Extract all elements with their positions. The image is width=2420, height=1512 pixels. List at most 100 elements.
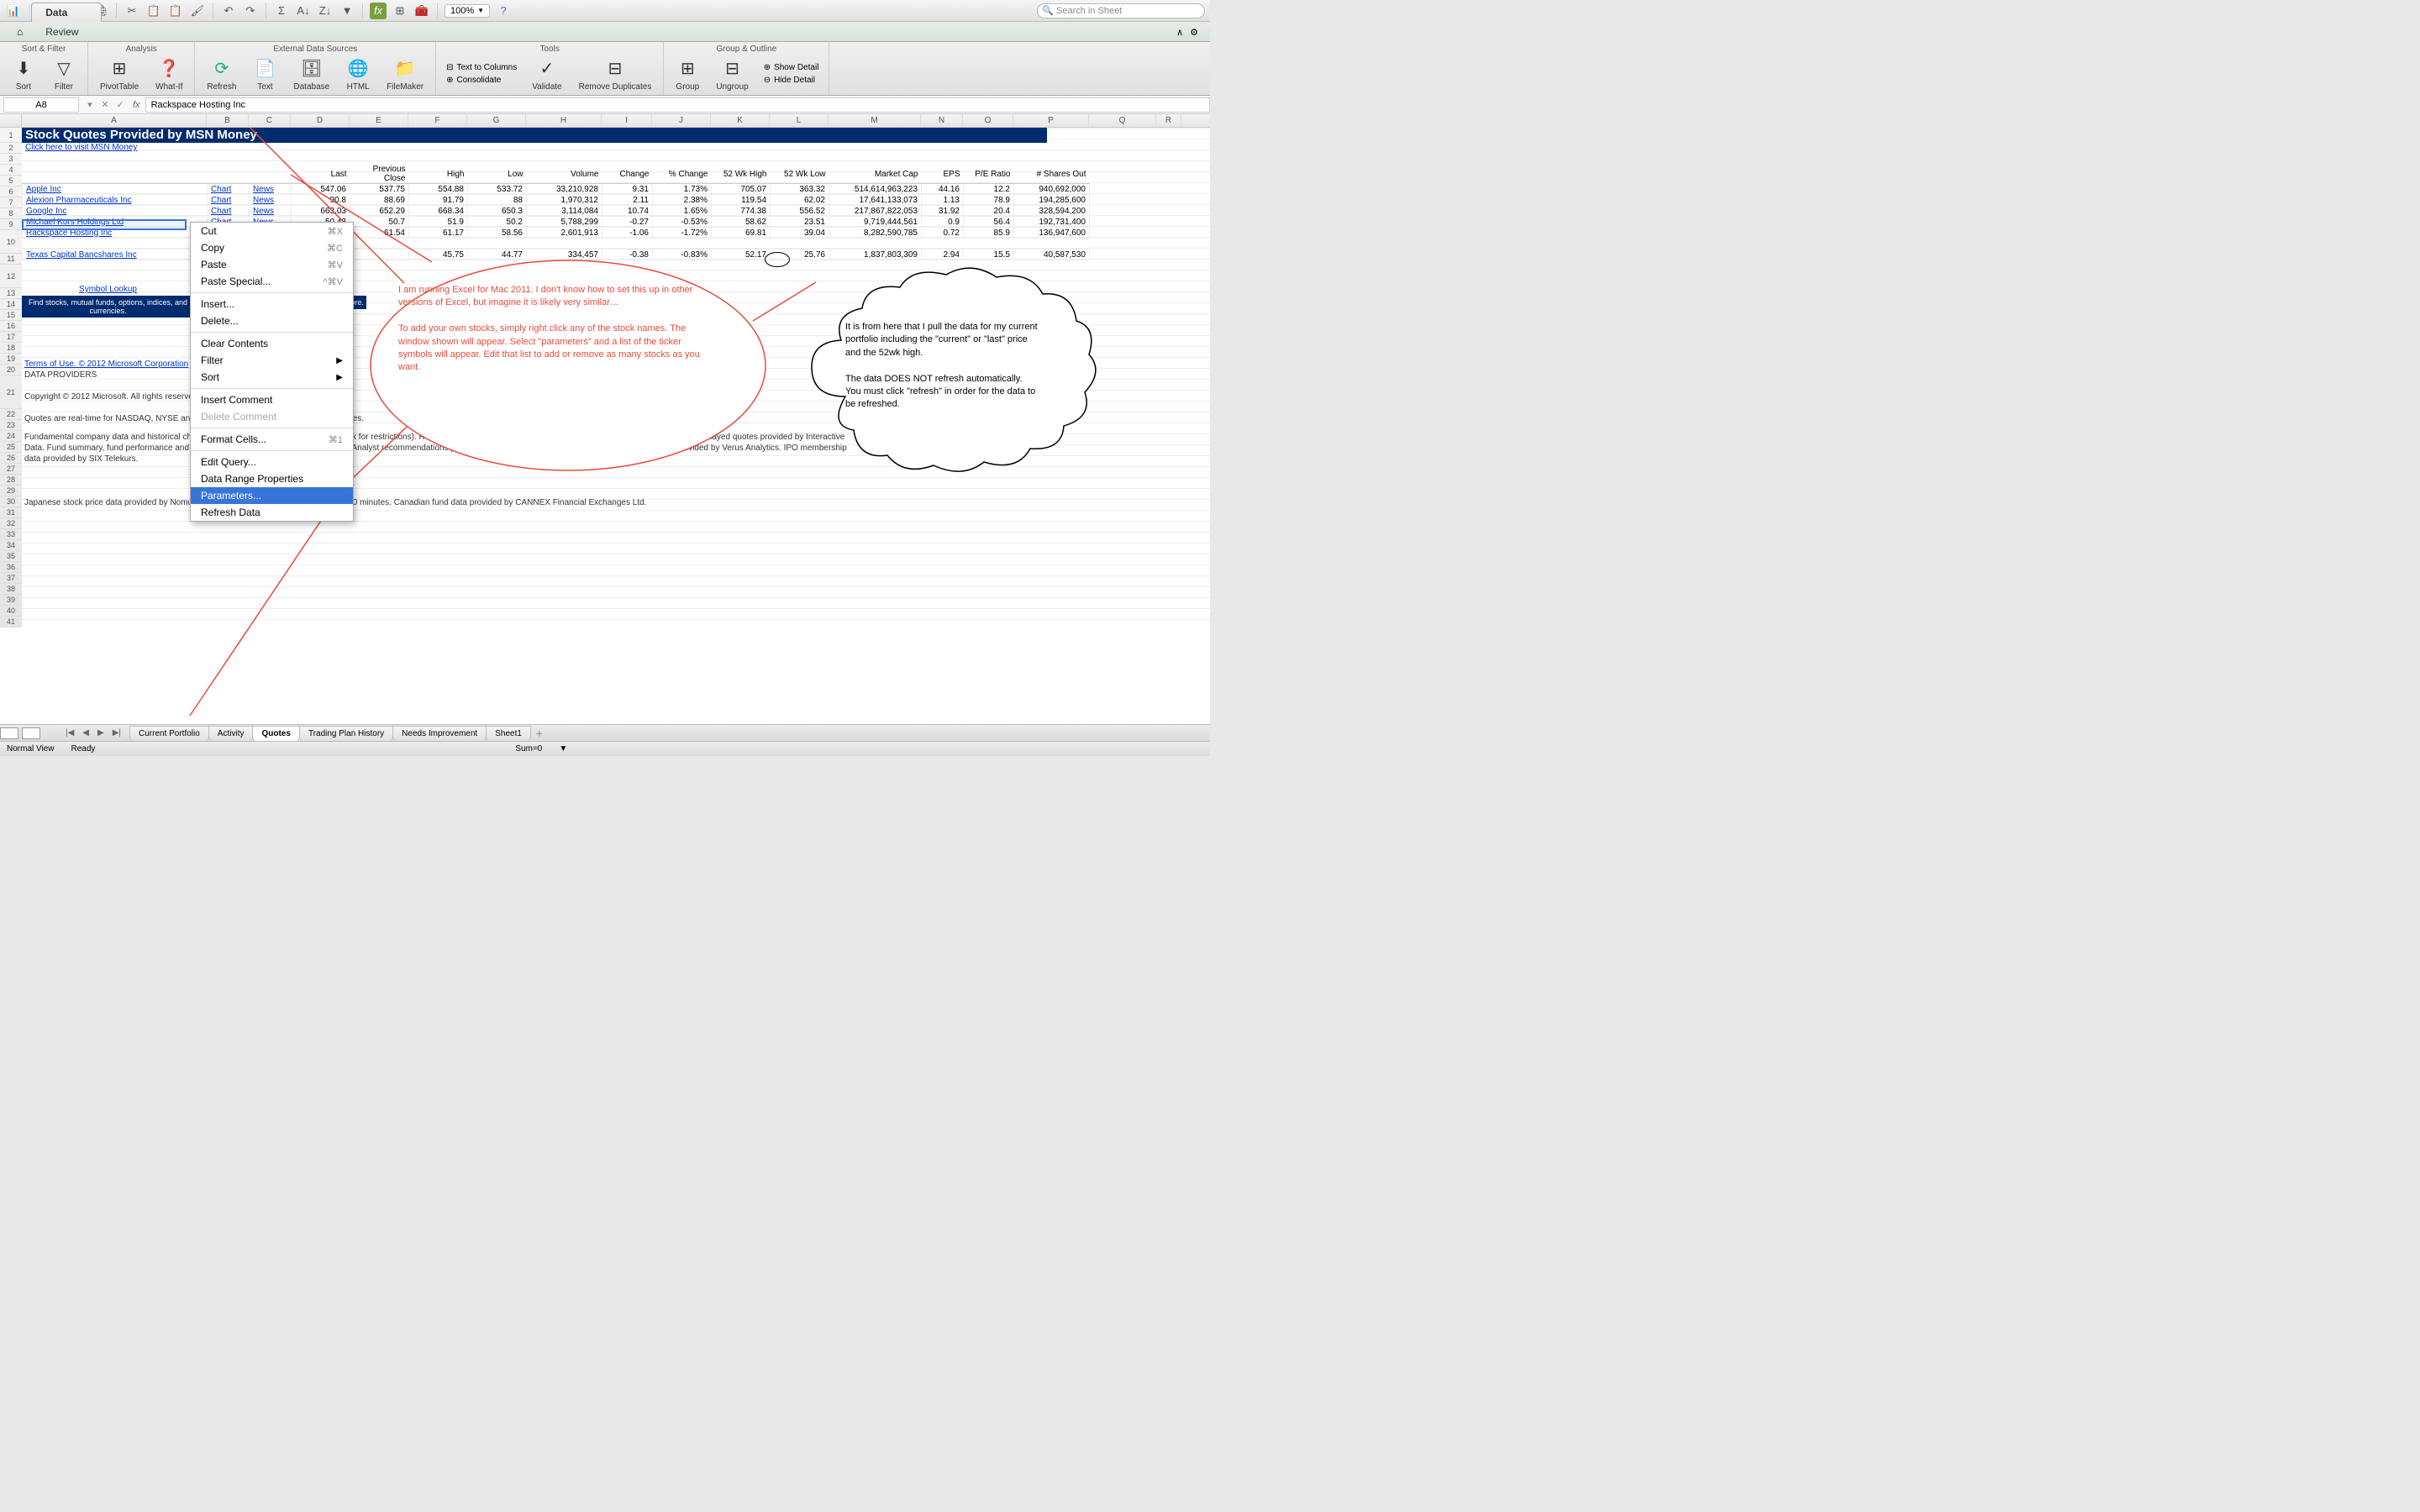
ribbon-collapse-icon[interactable]: ∧ [1176,27,1183,38]
refresh-button[interactable]: ⟳Refresh [202,55,241,93]
paste-icon[interactable]: 📋 [167,3,184,19]
enter-formula-icon[interactable]: ✓ [113,99,128,110]
cancel-formula-icon[interactable]: ✕ [97,99,113,110]
chart-link[interactable]: Chart [208,195,250,206]
row-header-20[interactable]: 20 [0,365,22,375]
col-header-A[interactable]: A [22,114,207,127]
fx-icon[interactable]: fx [370,3,387,19]
text-button[interactable]: 📄Text [248,55,281,93]
row-header-39[interactable]: 39 [0,595,22,606]
sheet-tab-sheet1[interactable]: Sheet1 [486,726,531,741]
row-header-11[interactable]: 11 [0,254,22,265]
row-header-9[interactable]: 9 [0,219,22,230]
col-header-O[interactable]: O [963,114,1013,127]
col-header-D[interactable]: D [291,114,350,127]
context-menu-sort[interactable]: Sort▶ [191,369,353,386]
row-header-14[interactable]: 14 [0,299,22,310]
status-dropdown-icon[interactable]: ▼ [559,744,567,753]
col-header-E[interactable]: E [350,114,408,127]
news-link[interactable]: News [250,206,292,217]
ribbon-settings-icon[interactable]: ⚙ [1190,27,1198,38]
format-painter-icon[interactable]: 🖌 [189,3,206,19]
row-header-40[interactable]: 40 [0,606,22,617]
row-header-41[interactable]: 41 [0,617,22,627]
hide-detail-button[interactable]: ⊖ Hide Detail [760,75,823,86]
news-link[interactable]: News [250,184,292,195]
col-header-J[interactable]: J [652,114,711,127]
row-header-7[interactable]: 7 [0,197,22,208]
sort-button[interactable]: ⬇Sort [7,55,40,93]
context-menu-copy[interactable]: Copy⌘C [191,239,353,256]
col-header-I[interactable]: I [602,114,652,127]
row-header-28[interactable]: 28 [0,475,22,486]
row-header-31[interactable]: 31 [0,507,22,518]
context-menu-delete-[interactable]: Delete... [191,312,353,329]
context-menu-clear-contents[interactable]: Clear Contents [191,335,353,352]
toolbox-icon[interactable]: 🧰 [413,3,430,19]
row-header-33[interactable]: 33 [0,529,22,540]
col-header-N[interactable]: N [921,114,963,127]
sheet-tab-trading-plan-history[interactable]: Trading Plan History [299,726,393,741]
row-header-2[interactable]: 2 [0,143,22,154]
context-menu-insert-[interactable]: Insert... [191,296,353,312]
row-header-16[interactable]: 16 [0,321,22,332]
row-header-32[interactable]: 32 [0,518,22,529]
col-header-C[interactable]: C [249,114,291,127]
sheet-tab-quotes[interactable]: Quotes [252,726,299,741]
terms-link[interactable]: Terms of Use. © 2012 Microsoft Corporati… [24,359,188,370]
validate-button[interactable]: ✓Validate [527,55,566,93]
row-header-8[interactable]: 8 [0,208,22,219]
remove-duplicates-button[interactable]: ⊟Remove Duplicates [574,55,657,93]
column-headers[interactable]: ABCDEFGHIJKLMNOPQR [0,114,1210,128]
text-to-columns-button[interactable]: ⊟ Text to Columns [443,62,520,73]
excel-icon[interactable]: 📊 [5,3,22,19]
row-header-21[interactable]: 21 [0,375,22,409]
row-header-4[interactable]: 4 [0,165,22,176]
stock-name-link[interactable]: Apple Inc [23,184,208,195]
copy-icon[interactable]: 📋 [145,3,162,19]
col-header-R[interactable]: R [1156,114,1181,127]
row-header-22[interactable]: 22 [0,409,22,420]
row-header-37[interactable]: 37 [0,573,22,584]
context-menu-format-cells-[interactable]: Format Cells...⌘1 [191,431,353,448]
news-link[interactable]: News [250,195,292,206]
col-header-B[interactable]: B [207,114,249,127]
redo-icon[interactable]: ↷ [242,3,259,19]
row-header-6[interactable]: 6 [0,186,22,197]
col-header-H[interactable]: H [526,114,602,127]
context-menu-filter[interactable]: Filter▶ [191,352,353,369]
group-button[interactable]: ⊞Group [671,55,704,93]
row-header-36[interactable]: 36 [0,562,22,573]
consolidate-button[interactable]: ⊕ Consolidate [443,75,520,86]
filemaker-button[interactable]: 📁FileMaker [381,55,429,93]
undo-icon[interactable]: ↶ [220,3,237,19]
ungroup-button[interactable]: ⊟Ungroup [711,55,753,93]
row-header-29[interactable]: 29 [0,486,22,496]
view-mode-icons[interactable] [0,727,40,739]
col-header-L[interactable]: L [770,114,829,127]
context-menu-parameters-[interactable]: Parameters... [191,487,353,504]
context-menu-data-range-properties[interactable]: Data Range Properties [191,470,353,487]
chart-link[interactable]: Chart [208,184,250,195]
row-header-5[interactable]: 5 [0,176,22,186]
row-header-34[interactable]: 34 [0,540,22,551]
spreadsheet-grid[interactable]: ABCDEFGHIJKLMNOPQR 123456789101112131415… [0,114,1210,729]
formula-input[interactable]: Rackspace Hosting Inc [145,97,1210,113]
context-menu-paste-special-[interactable]: Paste Special...^⌘V [191,273,353,290]
show-formulas-icon[interactable]: ⊞ [392,3,408,19]
row-header-19[interactable]: 19 [0,354,22,365]
row-header-12[interactable]: 12 [0,265,22,288]
row-header-30[interactable]: 30 [0,496,22,507]
col-header-M[interactable]: M [829,114,921,127]
fx-label[interactable]: fx [128,100,145,110]
cells-area[interactable]: Stock Quotes Provided by MSN Money Click… [22,128,1210,627]
row-header-24[interactable]: 24 [0,431,22,442]
row-header-10[interactable]: 10 [0,230,22,254]
context-menu-insert-comment[interactable]: Insert Comment [191,391,353,408]
row-header-25[interactable]: 25 [0,442,22,453]
row-header-13[interactable]: 13 [0,288,22,299]
row-header-15[interactable]: 15 [0,310,22,321]
autosum-icon[interactable]: Σ [273,3,290,19]
col-header-F[interactable]: F [408,114,467,127]
add-sheet-button[interactable]: ＋ [530,725,549,741]
